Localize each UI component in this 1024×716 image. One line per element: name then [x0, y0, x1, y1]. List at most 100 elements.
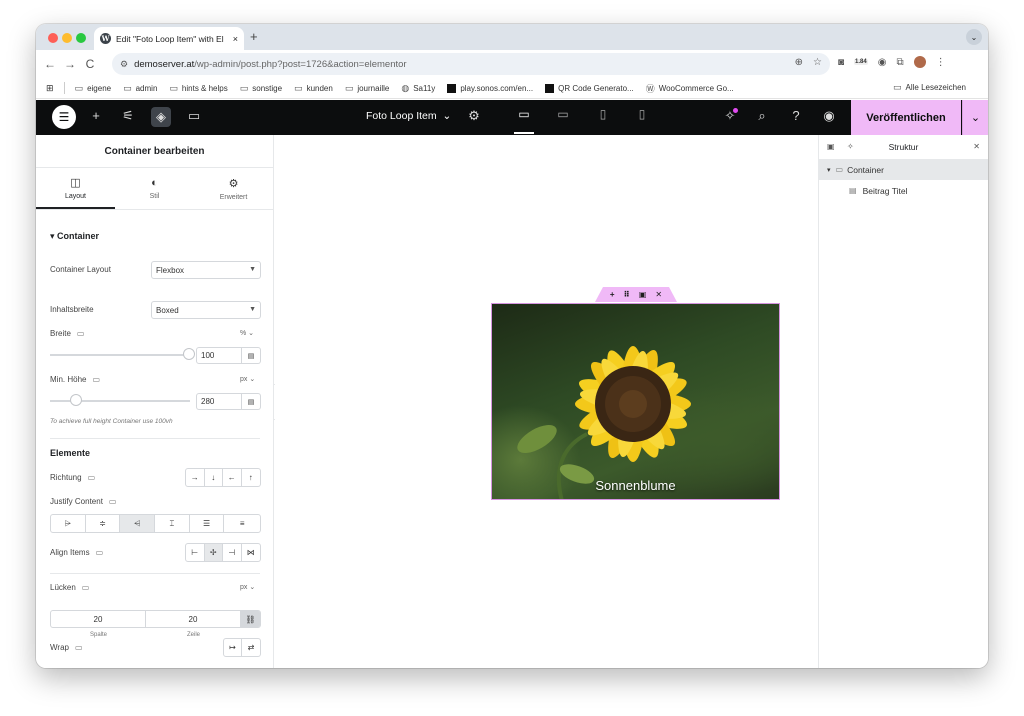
- caret-down-icon[interactable]: ▾: [827, 166, 831, 174]
- search-icon[interactable]: ⌕: [752, 108, 772, 124]
- gap-row-input[interactable]: 20: [146, 611, 241, 627]
- link-icon[interactable]: ⛓: [241, 611, 260, 627]
- site-settings-icon[interactable]: ⚟: [118, 108, 138, 124]
- bookmark-qr[interactable]: QR Code Generato...: [545, 83, 634, 93]
- justify-space-around-icon[interactable]: ☰: [190, 515, 225, 532]
- comments-icon[interactable]: ▭: [184, 108, 204, 124]
- min-height-label: Min. Höhe ▭: [50, 375, 101, 384]
- justify-end-icon[interactable]: ⩤: [120, 515, 156, 532]
- close-window-button[interactable]: [48, 33, 58, 43]
- justify-space-between-icon[interactable]: ⌶: [155, 515, 190, 532]
- delete-icon[interactable]: ✕: [655, 290, 662, 299]
- tab-advanced[interactable]: ⚙ Erweitert: [194, 168, 273, 209]
- forward-button[interactable]: →: [60, 57, 80, 71]
- gap-column-input[interactable]: 20: [51, 611, 146, 627]
- publish-button[interactable]: Veröffentlichen: [851, 100, 961, 135]
- reload-button[interactable]: C: [80, 57, 100, 71]
- folder-icon: ▭: [239, 82, 249, 93]
- zoom-icon[interactable]: ⊕: [795, 57, 803, 68]
- password-manager-icon[interactable]: ◉: [878, 57, 887, 68]
- back-button[interactable]: ←: [40, 57, 60, 71]
- tab-search-button[interactable]: ⌄: [966, 29, 982, 45]
- address-bar[interactable]: ⚙ demoserver.at/wp-admin/post.php?post=1…: [112, 53, 830, 75]
- folder-icon: ▭: [344, 82, 354, 93]
- drag-handle-icon[interactable]: ⠿: [624, 290, 630, 299]
- direction-column-icon[interactable]: ↓: [205, 469, 223, 486]
- direction-row-reverse-icon[interactable]: ←: [223, 469, 242, 486]
- content-width-select[interactable]: Boxed ▼: [151, 301, 261, 319]
- all-bookmarks[interactable]: ▭ Alle Lesezeichen: [893, 82, 966, 93]
- align-end-icon[interactable]: ⊣: [223, 544, 242, 561]
- minimize-window-button[interactable]: [62, 33, 72, 43]
- container-layout-select[interactable]: Flexbox ▼: [151, 261, 261, 279]
- extensions-icon[interactable]: ⧉: [896, 57, 903, 68]
- add-element-icon[interactable]: +: [86, 108, 106, 123]
- align-start-icon[interactable]: ⊢: [186, 544, 205, 561]
- duplicate-icon[interactable]: ▣: [639, 290, 647, 299]
- desktop-icon: ▭: [81, 583, 90, 592]
- width-responsive-icon[interactable]: ▤: [242, 347, 261, 364]
- bookmark-eigene[interactable]: ▭ eigene: [75, 83, 112, 94]
- document-title[interactable]: Foto Loop Item ⌄: [366, 110, 451, 122]
- preview-eye-icon[interactable]: ◉: [819, 108, 839, 124]
- sunflower-leaf: [517, 425, 557, 453]
- publish-options-chevron-icon[interactable]: ⌄: [962, 100, 988, 135]
- add-icon[interactable]: +: [610, 290, 615, 299]
- justify-start-icon[interactable]: ⩥: [51, 515, 86, 532]
- bookmark-sa11y[interactable]: ◍ Sa11y: [401, 83, 435, 94]
- chevron-down-icon: ▼: [249, 266, 256, 273]
- camera-icon[interactable]: ◙: [838, 57, 844, 68]
- bookmark-kunden[interactable]: ▭ kunden: [294, 83, 333, 94]
- site-info-icon[interactable]: ⚙: [120, 59, 128, 70]
- min-height-responsive-icon[interactable]: ▤: [242, 393, 261, 410]
- structure-icon[interactable]: ◈: [151, 107, 171, 127]
- bookmark-journaille[interactable]: ▭ journaille: [345, 83, 390, 94]
- profile-avatar[interactable]: [913, 56, 926, 68]
- page-settings-icon[interactable]: ⚙: [464, 108, 484, 124]
- mobile-view-icon[interactable]: ▯: [632, 107, 652, 127]
- structure-node-container[interactable]: ▾ ▭ Container: [819, 159, 988, 180]
- bookmark-star-icon[interactable]: ☆: [813, 57, 822, 68]
- browser-menu-icon[interactable]: ⋮: [936, 57, 946, 68]
- desktop-view-icon[interactable]: ▭: [514, 107, 534, 134]
- tab-layout[interactable]: ◫ Layout: [36, 168, 115, 209]
- extension-badge[interactable]: 1.84: [854, 59, 868, 65]
- no-wrap-icon[interactable]: ↦: [224, 639, 243, 656]
- gap-column-label: Spalte: [90, 632, 108, 638]
- wrap-icon[interactable]: ⇄: [242, 639, 260, 656]
- justify-space-evenly-icon[interactable]: ≡: [224, 515, 260, 532]
- justify-center-icon[interactable]: ≑: [86, 515, 121, 532]
- tablet-portrait-icon[interactable]: ▯: [593, 107, 613, 127]
- min-height-input[interactable]: 280: [196, 393, 242, 410]
- close-icon[interactable]: ✕: [973, 142, 980, 151]
- apps-grid-icon[interactable]: ⊞: [46, 83, 54, 94]
- zoom-window-button[interactable]: [76, 33, 86, 43]
- tablet-landscape-icon[interactable]: ▭: [553, 107, 573, 127]
- align-center-icon[interactable]: ✢: [204, 544, 223, 561]
- direction-column-reverse-icon[interactable]: ↑: [242, 469, 260, 486]
- section-container-toggle[interactable]: ▾ Container: [50, 231, 99, 242]
- tab-close-button[interactable]: ×: [233, 34, 238, 44]
- loop-item-container[interactable]: Sonnenblume: [491, 303, 780, 500]
- new-tab-button[interactable]: +: [250, 29, 258, 44]
- bookmark-woocommerce[interactable]: Ⓦ WooCommerce Go...: [646, 82, 734, 95]
- help-icon[interactable]: ?: [786, 108, 806, 123]
- width-unit-select[interactable]: % ⌄: [240, 329, 254, 337]
- width-input[interactable]: 100: [196, 347, 242, 364]
- browser-tab[interactable]: W Edit "Foto Loop Item" with El ×: [94, 27, 244, 50]
- elementor-logo-icon[interactable]: ☰: [52, 105, 76, 129]
- width-slider-handle[interactable]: [183, 348, 195, 360]
- min-height-unit-select[interactable]: px ⌄: [240, 375, 255, 383]
- bookmark-admin[interactable]: ▭ admin: [123, 83, 157, 94]
- post-title-caption[interactable]: Sonnenblume: [492, 478, 779, 493]
- bookmark-hints-helps[interactable]: ▭ hints & helps: [169, 83, 227, 94]
- min-height-slider-handle[interactable]: [70, 394, 82, 406]
- width-slider-track[interactable]: [50, 354, 190, 356]
- tab-style[interactable]: ◐ Stil: [115, 168, 194, 209]
- bookmark-sonos[interactable]: play.sonos.com/en...: [447, 83, 533, 93]
- direction-row-icon[interactable]: →: [186, 469, 205, 486]
- bookmark-sonstige[interactable]: ▭ sonstige: [240, 83, 282, 94]
- align-stretch-icon[interactable]: ⋈: [242, 544, 260, 561]
- gaps-unit-select[interactable]: px ⌄: [240, 583, 255, 591]
- structure-node-post-title[interactable]: ▤ Beitrag Titel: [819, 180, 988, 201]
